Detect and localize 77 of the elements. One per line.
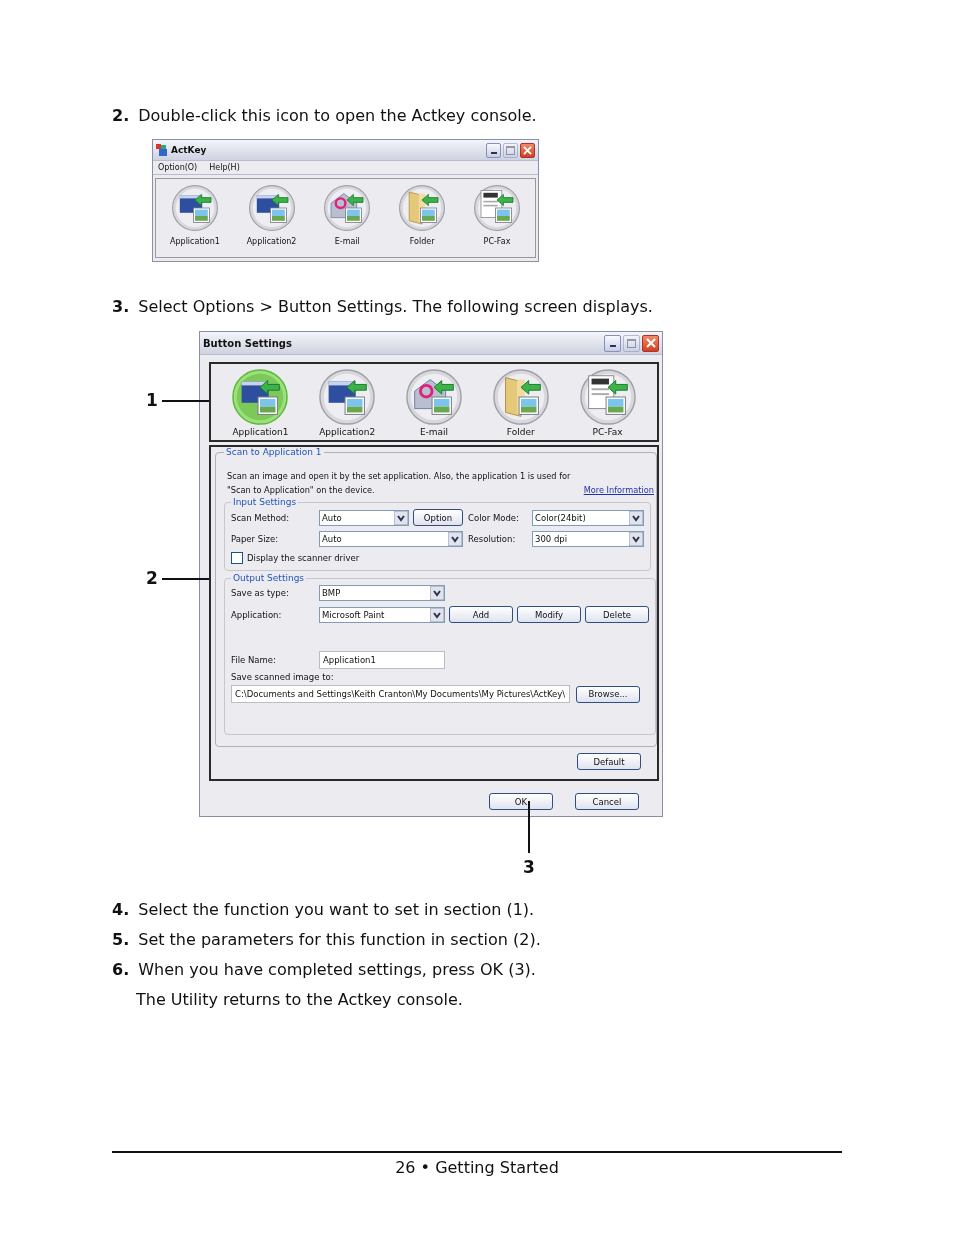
delete-button[interactable]: Delete (585, 606, 649, 623)
field-label: Resolution: (468, 534, 517, 544)
step-number: 6. (112, 960, 130, 980)
field-label: Color Mode: (468, 512, 520, 523)
scan-method-dropdown[interactable]: Auto (319, 509, 409, 526)
dropdown-arrow-icon[interactable] (629, 532, 643, 546)
field-label: File Name: (231, 655, 277, 665)
checkbox[interactable] (231, 552, 243, 564)
scan-button[interactable]: E-mail (323, 184, 372, 257)
application-dropdown[interactable]: Microsoft Paint (319, 606, 445, 623)
scan-button[interactable]: PC-Fax (578, 368, 637, 440)
scan-button[interactable]: Folder (491, 368, 550, 440)
dropdown-arrow-icon[interactable] (629, 510, 643, 525)
callout-number: 1 (146, 390, 158, 410)
ok-button[interactable]: OK (489, 793, 553, 810)
field-label: Paper Size: (231, 534, 280, 544)
leader-line (162, 400, 209, 402)
page-footer: 26 • Getting Started (395, 1158, 559, 1177)
group-title: Input Settings (232, 497, 298, 507)
more-information-link[interactable]: More Information (583, 483, 654, 497)
scan-button[interactable]: Folder (398, 184, 447, 257)
description-text: Scan an image and open it by the set application. Also, the application 1 is used for "Scan to Application" on the device. (227, 470, 572, 497)
checkbox-label: Display the scanner driver (247, 553, 360, 563)
field-label: Save scanned image to: (231, 672, 335, 682)
scan-button[interactable]: Application2 (246, 184, 297, 257)
step-number: 2. (112, 106, 130, 126)
field-label: Application: (231, 609, 283, 620)
color-mode-dropdown[interactable]: Color(24bit) (532, 509, 644, 526)
step-text: Select Options > Button Settings. The following screen displays. (138, 297, 653, 317)
fax-page-icon (472, 184, 521, 232)
close-button[interactable] (642, 334, 659, 352)
add-button[interactable]: Add (449, 606, 513, 623)
step-text: When you have completed settings, press OK (3). (138, 960, 536, 980)
dropdown-arrow-icon[interactable] (430, 607, 444, 622)
step-number: 5. (112, 930, 130, 950)
scan-button[interactable]: Application1 (231, 368, 290, 440)
save-path-field[interactable]: C:\Documents and Settings\Keith Cranton\My Documents\My Pictures\ActKey\ (231, 685, 570, 703)
step-text: Double-click this icon to open the Actkey console. (138, 106, 537, 126)
resolution-dropdown[interactable]: 300 dpi (532, 531, 644, 547)
folder-icon (398, 184, 447, 232)
minimize-button[interactable] (486, 142, 501, 158)
browse-button[interactable]: Browse... (576, 685, 640, 703)
leader-line (528, 801, 530, 853)
file-name-field[interactable]: Application1 (319, 651, 445, 669)
option-button[interactable]: Option (413, 509, 463, 526)
step-number: 3. (112, 297, 130, 317)
scan-button[interactable]: Application2 (318, 368, 377, 440)
dropdown-arrow-icon[interactable] (448, 532, 462, 546)
minimize-button[interactable] (604, 334, 621, 352)
scan-button[interactable]: PC-Fax (472, 184, 521, 257)
step-text: Select the function you want to set in section (1). (138, 900, 535, 920)
leader-line (162, 578, 209, 580)
modify-button[interactable]: Modify (517, 606, 581, 623)
save-type-dropdown[interactable]: BMP (319, 585, 445, 601)
closing-text: The Utility returns to the Actkey console. (136, 990, 464, 1010)
group-title: Scan to Application 1 (225, 447, 323, 457)
group-title: Output Settings (232, 573, 306, 583)
dropdown-arrow-icon[interactable] (394, 510, 408, 525)
menu-item[interactable]: Help(H) (209, 163, 240, 172)
paper-size-dropdown[interactable]: Auto (319, 531, 463, 547)
scan-button[interactable]: Application1 (170, 184, 220, 257)
envelope-icon (323, 184, 372, 232)
default-button[interactable]: Default (577, 753, 641, 770)
callout-number: 2 (146, 568, 158, 588)
step-text: Set the parameters for this function in section (2). (138, 930, 541, 950)
field-label: Save as type: (231, 588, 290, 598)
window-title: Button Settings (203, 337, 292, 349)
menu-item[interactable]: Option(O) (158, 163, 198, 172)
dropdown-arrow-icon[interactable] (430, 586, 444, 600)
window-title: ActKey (171, 145, 207, 155)
step-number: 4. (112, 900, 130, 920)
cancel-button[interactable]: Cancel (575, 793, 639, 810)
callout-number: 3 (523, 857, 535, 877)
app-icon (156, 144, 168, 156)
field-label: Scan Method: (231, 512, 291, 523)
scan-button[interactable]: E-mail (405, 368, 463, 440)
close-button[interactable] (520, 142, 535, 158)
